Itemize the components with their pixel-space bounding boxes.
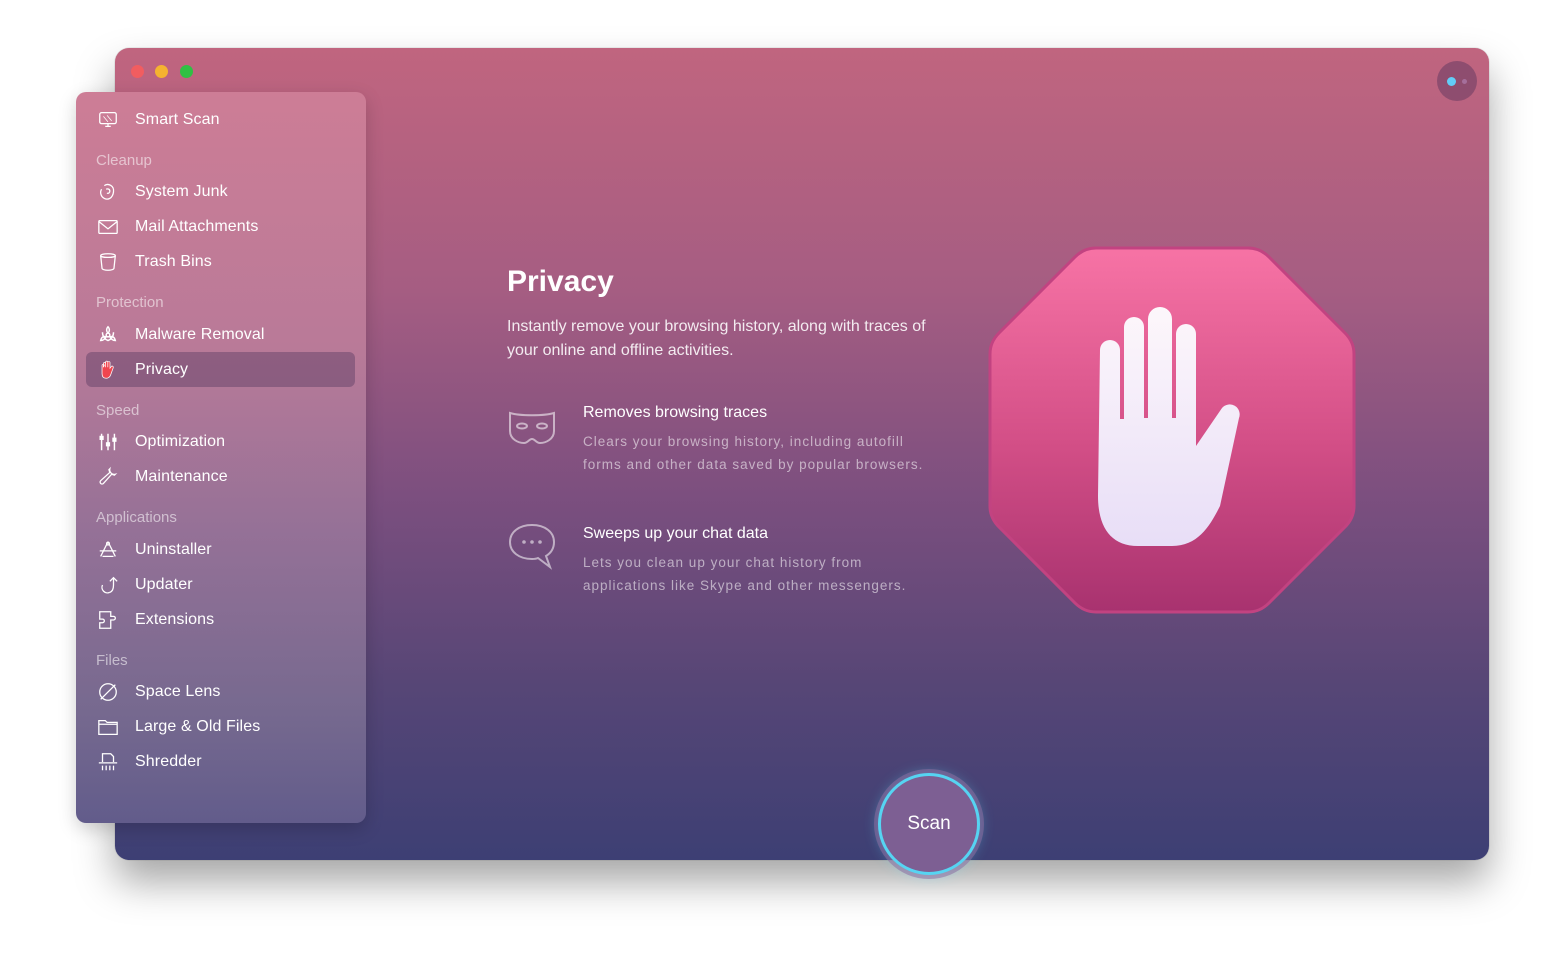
puzzle-icon xyxy=(96,608,120,632)
mask-icon xyxy=(507,405,557,455)
hand-icon xyxy=(96,358,120,382)
sidebar-item-label: Large & Old Files xyxy=(135,717,261,735)
mail-icon xyxy=(96,215,120,239)
feature-description: Clears your browsing history, including … xyxy=(583,434,924,472)
trash-icon xyxy=(96,250,120,274)
section-header-cleanup: Cleanup xyxy=(96,152,152,169)
shredder-icon xyxy=(96,750,120,774)
biohazard-icon xyxy=(96,323,120,347)
section-header-speed: Speed xyxy=(96,402,140,419)
assistant-dot xyxy=(1462,79,1467,84)
sidebar-item-label: Shredder xyxy=(135,752,202,770)
close-button[interactable] xyxy=(131,65,144,78)
sidebar-item-privacy[interactable]: Privacy xyxy=(86,352,355,387)
feature-description: Lets you clean up your chat history from… xyxy=(583,555,907,593)
feature-title: Removes browsing traces xyxy=(583,404,768,421)
sidebar-item-updater[interactable]: Updater xyxy=(86,567,355,602)
sidebar-item-space-lens[interactable]: Space Lens xyxy=(86,674,355,709)
sidebar-item-system-junk[interactable]: System Junk xyxy=(86,174,355,209)
assistant-button[interactable] xyxy=(1437,61,1477,101)
sidebar-item-uninstaller[interactable]: Uninstaller xyxy=(86,532,355,567)
planet-icon xyxy=(96,680,120,704)
sidebar-item-label: Malware Removal xyxy=(135,325,265,343)
sidebar-item-maintenance[interactable]: Maintenance xyxy=(86,459,355,494)
uninstaller-icon xyxy=(96,538,120,562)
sidebar-item-label: Privacy xyxy=(135,360,189,378)
sidebar-item-label: Maintenance xyxy=(135,467,228,485)
sidebar-item-label: Uninstaller xyxy=(135,540,212,558)
updater-icon xyxy=(96,573,120,597)
sidebar-item-malware-removal[interactable]: Malware Removal xyxy=(86,317,355,352)
sidebar-item-label: Trash Bins xyxy=(135,252,212,270)
sidebar-item-smart-scan[interactable]: Smart Scan xyxy=(86,102,355,137)
sidebar-item-label: Smart Scan xyxy=(135,110,220,128)
sidebar-item-extensions[interactable]: Extensions xyxy=(86,602,355,637)
wrench-icon xyxy=(96,465,120,489)
page-subtitle: Instantly remove your browsing history, … xyxy=(507,318,926,359)
scan-button[interactable]: Scan xyxy=(878,773,980,875)
feature-title: Sweeps up your chat data xyxy=(583,525,769,542)
sidebar-item-optimization[interactable]: Optimization xyxy=(86,424,355,459)
sidebar-item-trash-bins[interactable]: Trash Bins xyxy=(86,244,355,279)
minimize-button[interactable] xyxy=(155,65,168,78)
assistant-icon xyxy=(1447,77,1456,86)
section-header-files: Files xyxy=(96,652,128,669)
system-junk-icon xyxy=(96,180,120,204)
sidebar-item-label: Space Lens xyxy=(135,682,221,700)
page-title: Privacy xyxy=(507,265,614,298)
sidebar-item-mail-attachments[interactable]: Mail Attachments xyxy=(86,209,355,244)
folder-icon xyxy=(96,715,120,739)
sidebar-item-large-old-files[interactable]: Large & Old Files xyxy=(86,709,355,744)
sidebar-item-label: Extensions xyxy=(135,610,215,628)
sidebar-item-label: System Junk xyxy=(135,182,228,200)
scan-button-label: Scan xyxy=(907,813,951,834)
section-header-applications: Applications xyxy=(96,509,177,526)
sidebar: Smart Scan Cleanup System Junk Mail Atta… xyxy=(76,92,366,823)
maximize-button[interactable] xyxy=(180,65,193,78)
sidebar-item-shredder[interactable]: Shredder xyxy=(86,744,355,779)
monitor-icon xyxy=(96,108,120,132)
sidebar-item-label: Updater xyxy=(135,575,193,593)
sliders-icon xyxy=(96,430,120,454)
sidebar-item-label: Mail Attachments xyxy=(135,217,259,235)
stop-hand-icon xyxy=(988,246,1356,614)
sidebar-item-label: Optimization xyxy=(135,432,226,450)
chat-bubble-icon xyxy=(507,522,557,572)
section-header-protection: Protection xyxy=(96,294,164,311)
